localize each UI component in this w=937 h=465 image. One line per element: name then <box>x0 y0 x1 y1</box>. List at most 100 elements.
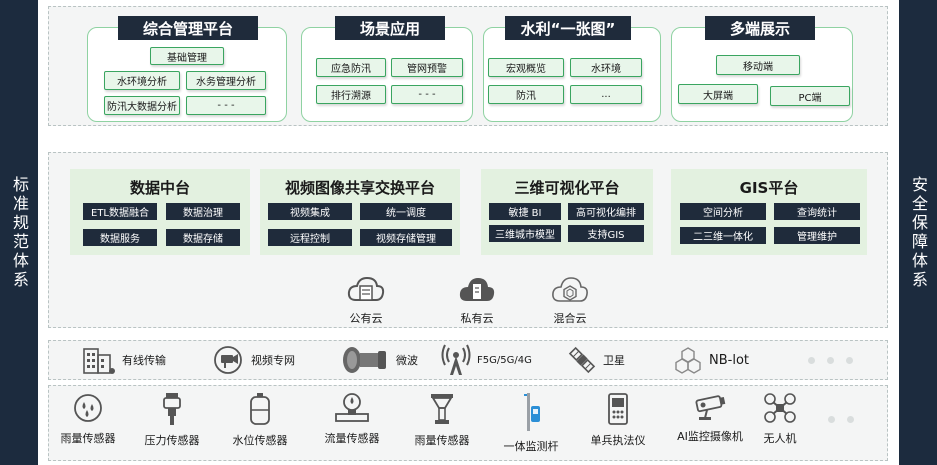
chip-data-storage[interactable]: 数据存储 <box>166 229 240 246</box>
network-wired: 有线传输 <box>82 343 166 377</box>
chip-water-environment-analysis[interactable]: 水环境分析 <box>104 71 180 90</box>
device-label-ai-camera: AI监控摄像机 <box>677 430 743 443</box>
rain-gauge-icon <box>431 394 453 424</box>
dot <box>847 416 854 423</box>
chip-unified-dispatch[interactable]: 统一调度 <box>360 203 452 220</box>
rain-sensor-icon <box>74 394 102 422</box>
device-more-dots <box>828 416 854 423</box>
network-label-microwave: 微波 <box>396 354 418 367</box>
video-camera-icon <box>214 346 242 374</box>
chip-video-storage[interactable]: 视频存储管理 <box>360 229 452 246</box>
cloud-label-private: 私有云 <box>460 312 494 325</box>
network-satellite: 卫星 <box>567 343 625 377</box>
device-monitoring-pole: 一体监测杆 <box>491 392 571 454</box>
chip-support-gis[interactable]: 支持GIS <box>568 225 644 242</box>
chip-data-governance[interactable]: 数据治理 <box>166 203 240 220</box>
chip-data-service[interactable]: 数据服务 <box>83 229 157 246</box>
standards-system-label: 标准规范体系 <box>10 175 29 290</box>
network-label-nb-iot: NB-lot <box>709 352 749 368</box>
device-water-level-sensor: 水位传感器 <box>220 392 300 448</box>
device-label-water-level-sensor: 水位传感器 <box>232 434 288 447</box>
law-enforcement-recorder-icon <box>608 393 628 425</box>
platform-title-data-center: 数据中台 <box>129 179 190 197</box>
network-nb-iot: NB-lot <box>673 343 749 377</box>
chip-water-affairs-analysis[interactable]: 水务管理分析 <box>186 71 266 90</box>
chip-macro-overview[interactable]: 宏观概览 <box>488 58 564 77</box>
cloud-public: 公有云 <box>331 274 401 326</box>
network-label-video-private: 视频专网 <box>251 354 295 367</box>
group-title-water-one-map: 水利“一张图” <box>505 16 631 40</box>
device-drone: 无人机 <box>740 392 820 446</box>
dot <box>827 357 834 364</box>
chip-water-environment[interactable]: 水环境 <box>570 58 642 77</box>
chip-visual-orchestration[interactable]: 高可视化编排 <box>568 203 644 220</box>
chip-pipe-warning[interactable]: 管网预警 <box>391 58 463 77</box>
chip-flood-bigdata-analysis[interactable]: 防汛大数据分析 <box>104 96 180 115</box>
platform-title-3d-visualization: 三维可视化平台 <box>514 179 620 197</box>
microwave-dish-icon <box>343 347 386 373</box>
device-label-monitoring-pole: 一体监测杆 <box>503 440 559 453</box>
right-side-bar: 安全保障体系 <box>899 0 937 465</box>
device-label-flow-sensor: 流量传感器 <box>324 432 380 445</box>
chip-management-maintenance[interactable]: 管理维护 <box>774 227 860 244</box>
chip-spatial-analysis[interactable]: 空间分析 <box>680 203 766 220</box>
chip-basic-management[interactable]: 基础管理 <box>150 47 224 65</box>
water-level-sensor-icon <box>250 393 270 425</box>
chip-video-integration[interactable]: 视频集成 <box>268 203 352 220</box>
network-video-private: 视频专网 <box>213 343 295 377</box>
network-label-satellite: 卫星 <box>603 354 625 367</box>
chip-ranking-trace[interactable]: 排行溯源 <box>316 85 386 104</box>
dot <box>808 357 815 364</box>
cloud-hybrid: 混合云 <box>535 274 605 326</box>
platform-title-gis: GIS平台 <box>739 179 799 197</box>
device-label-law-enforcer: 单兵执法仪 <box>590 434 646 447</box>
network-microwave: 微波 <box>340 343 418 377</box>
hybrid-cloud-icon <box>552 277 588 302</box>
chip-remote-control[interactable]: 远程控制 <box>268 229 352 246</box>
chip-mobile[interactable]: 移动端 <box>716 55 800 75</box>
monitoring-pole-icon <box>524 393 540 431</box>
dot <box>846 357 853 364</box>
group-title-integrated-management: 综合管理平台 <box>118 16 258 40</box>
network-5g: F5G/5G/4G <box>441 343 532 377</box>
chip-more-3[interactable]: ... <box>570 85 642 104</box>
chip-more-1[interactable]: - - - <box>186 96 266 115</box>
cloud-label-hybrid: 混合云 <box>553 312 587 325</box>
network-label-wired: 有线传输 <box>122 354 166 367</box>
security-system-label: 安全保障体系 <box>909 175 928 290</box>
cloud-label-public: 公有云 <box>349 312 383 325</box>
nb-iot-hexagon-icon <box>675 347 701 374</box>
platform-title-video-exchange: 视频图像共享交换平台 <box>284 179 435 197</box>
device-label-rain-sensor-1: 雨量传感器 <box>60 432 116 445</box>
chip-pc[interactable]: PC端 <box>770 86 850 106</box>
device-rain-sensor-1: 雨量传感器 <box>48 392 128 446</box>
device-law-enforcer: 单兵执法仪 <box>578 392 658 448</box>
device-rain-sensor-2: 雨量传感器 <box>402 392 482 448</box>
chip-3d-city-model[interactable]: 三维城市模型 <box>489 225 561 242</box>
device-label-pressure-sensor: 压力传感器 <box>144 434 200 447</box>
group-title-multi-terminal: 多端展示 <box>705 16 815 40</box>
chip-query-statistics[interactable]: 查询统计 <box>774 203 860 220</box>
group-title-scene-application: 场景应用 <box>335 16 445 40</box>
building-icon <box>83 348 115 374</box>
chip-flood-control[interactable]: 防汛 <box>488 85 564 104</box>
device-pressure-sensor: 压力传感器 <box>132 392 212 448</box>
private-cloud-icon <box>459 278 495 301</box>
device-flow-sensor: 流量传感器 <box>312 392 392 446</box>
chip-etl-fusion[interactable]: ETL数据融合 <box>83 203 157 220</box>
public-cloud-icon <box>347 276 385 301</box>
chip-big-screen[interactable]: 大屏端 <box>678 84 758 104</box>
pressure-sensor-icon <box>163 393 181 425</box>
drone-icon <box>764 393 796 423</box>
chip-2d3d-integration[interactable]: 二三维一体化 <box>680 227 766 244</box>
network-more-dots <box>808 357 853 364</box>
chip-emergency-flood[interactable]: 应急防汛 <box>316 58 386 77</box>
cloud-private: 私有云 <box>442 274 512 326</box>
chip-more-2[interactable]: - - - <box>391 85 463 104</box>
chip-agile-bi[interactable]: 敏捷 BI <box>489 203 561 220</box>
device-ai-camera: AI监控摄像机 <box>670 392 750 444</box>
dot <box>828 416 835 423</box>
network-label-5g: F5G/5G/4G <box>477 354 532 366</box>
satellite-icon <box>568 346 596 374</box>
left-side-bar: 标准规范体系 <box>0 0 38 465</box>
